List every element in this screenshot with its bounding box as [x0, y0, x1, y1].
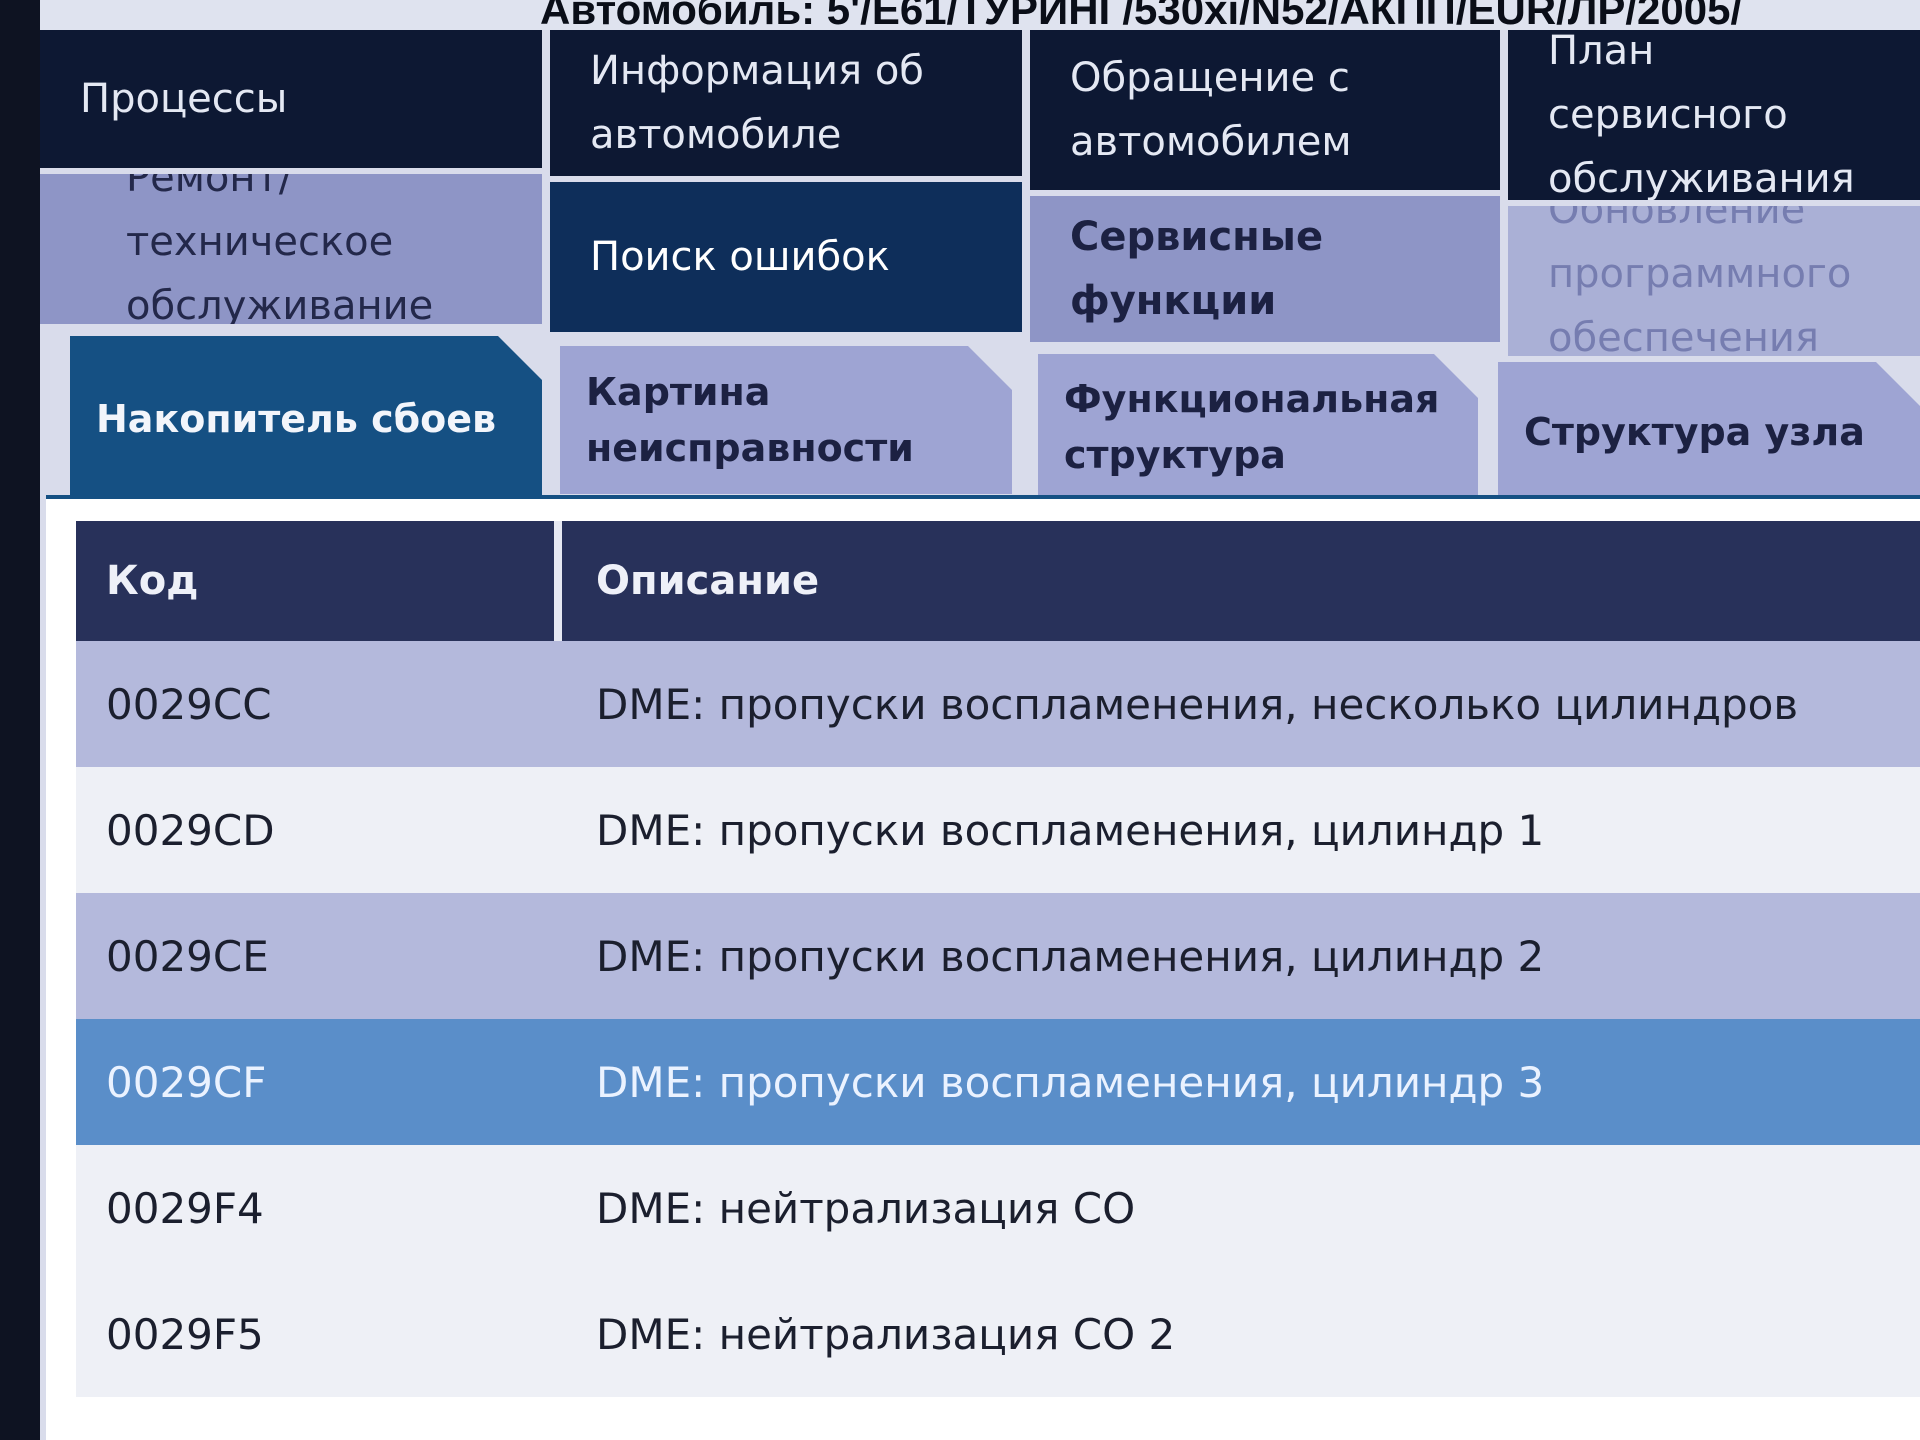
tab-component-structure[interactable]: Структура узла: [1498, 362, 1920, 502]
fault-description: DME: нейтрализация CO: [596, 1183, 1136, 1233]
tab-fault-memory-label: Накопитель сбоев: [96, 396, 497, 441]
nav-processes-label: Процессы: [80, 76, 288, 122]
column-divider[interactable]: [554, 521, 562, 641]
nav-service-plan-label: План сервисного обслуживания: [1548, 30, 1855, 200]
tab-fault-pattern-label: Картина неисправности: [586, 370, 914, 470]
nav-vehicle-info-label: Информация об автомобиле: [590, 48, 924, 158]
nav-service-functions-label: Сервисные функции: [1070, 214, 1324, 324]
fault-table: Код Описание 0029CC DME: пропуски воспла…: [76, 521, 1920, 1440]
column-header-code[interactable]: Код: [106, 521, 198, 641]
table-header: Код Описание: [76, 521, 1920, 641]
fault-memory-panel: Код Описание 0029CC DME: пропуски воспла…: [46, 495, 1920, 1440]
fault-code: 0029F4: [106, 1183, 264, 1233]
tab-functional-structure-label: Функциональная структура: [1064, 377, 1440, 477]
nav-processes[interactable]: Процессы: [40, 30, 542, 168]
table-row[interactable]: 0029F4 DME: нейтрализация CO: [76, 1145, 1920, 1271]
fault-code: 0029CC: [106, 679, 272, 729]
table-row[interactable]: 0029CD DME: пропуски воспламенения, цили…: [76, 767, 1920, 893]
nav-service-plan[interactable]: План сервисного обслуживания: [1508, 30, 1920, 200]
table-row[interactable]: 0029CC DME: пропуски воспламенения, неск…: [76, 641, 1920, 767]
tab-fault-pattern[interactable]: Картина неисправности: [560, 346, 1012, 494]
fault-description: DME: пропуски воспламенения, цилиндр 1: [596, 805, 1545, 855]
nav-software-update-label: Обновление программного обеспечения: [1548, 206, 1852, 356]
fault-description: DME: пропуски воспламенения, несколько ц…: [596, 679, 1799, 729]
fault-description: DME: нейтрализация CO 2: [596, 1309, 1176, 1359]
table-row[interactable]: 0029CE DME: пропуски воспламенения, цили…: [76, 893, 1920, 1019]
nav-fault-search-label: Поиск ошибок: [590, 234, 890, 280]
fault-code: 0029CE: [106, 931, 269, 981]
nav-software-update: Обновление программного обеспечения: [1508, 206, 1920, 356]
table-row-selected[interactable]: 0029CF DME: пропуски воспламенения, цили…: [76, 1019, 1920, 1145]
fault-description: DME: пропуски воспламенения, цилиндр 3: [596, 1057, 1545, 1107]
nav-service-functions[interactable]: Сервисные функции: [1030, 196, 1500, 342]
nav-vehicle-info[interactable]: Информация об автомобиле: [550, 30, 1022, 176]
nav-vehicle-handling-label: Обращение с автомобилем: [1070, 55, 1352, 165]
nav-vehicle-handling[interactable]: Обращение с автомобилем: [1030, 30, 1500, 190]
tab-fault-memory[interactable]: Накопитель сбоев: [70, 336, 542, 501]
nav-repair-maintenance[interactable]: Ремонт/ техническое обслуживание: [40, 174, 542, 324]
tab-functional-structure[interactable]: Функциональная структура: [1038, 354, 1478, 500]
fault-description: DME: пропуски воспламенения, цилиндр 2: [596, 931, 1545, 981]
column-header-description[interactable]: Описание: [596, 521, 819, 641]
fault-code: 0029CF: [106, 1057, 267, 1107]
title-bar: Автомобиль: 5'/E61/ТУРИНГ/530xi/N52/АКПП…: [40, 0, 1920, 30]
fault-code: 0029F5: [106, 1309, 264, 1359]
table-row[interactable]: 0029F5 DME: нейтрализация CO 2: [76, 1271, 1920, 1397]
nav-fault-search[interactable]: Поиск ошибок: [550, 182, 1022, 332]
tab-component-structure-label: Структура узла: [1524, 410, 1865, 454]
vehicle-title: Автомобиль: 5'/E61/ТУРИНГ/530xi/N52/АКПП…: [540, 0, 1743, 30]
app-window: Автомобиль: 5'/E61/ТУРИНГ/530xi/N52/АКПП…: [40, 0, 1920, 1440]
nav-repair-maintenance-label: Ремонт/ техническое обслуживание: [126, 174, 434, 324]
fault-code: 0029CD: [106, 805, 275, 855]
